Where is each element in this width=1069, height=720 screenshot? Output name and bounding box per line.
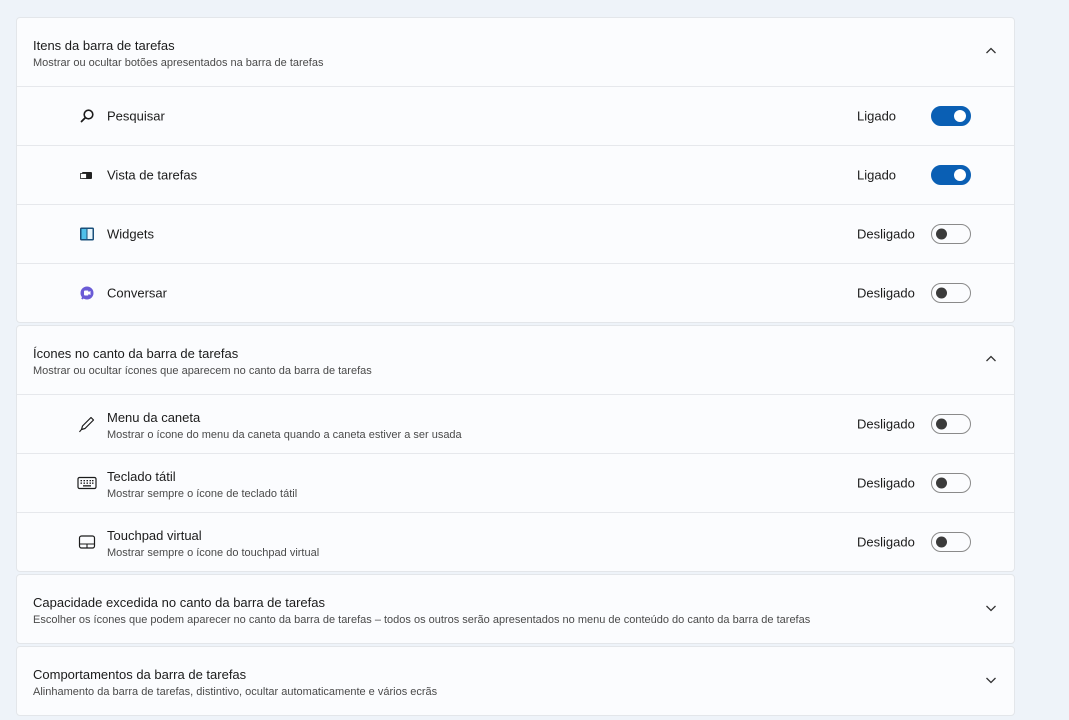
toggle-knob bbox=[936, 536, 947, 548]
setting-row-search: Pesquisar Ligado bbox=[17, 86, 1014, 145]
setting-row-pen-menu: Menu da caneta Mostrar o ícone do menu d… bbox=[17, 394, 1014, 453]
search-icon bbox=[77, 106, 97, 126]
section-subtitle: Mostrar ou ocultar ícones que aparecem n… bbox=[33, 365, 372, 377]
section-header-taskbar-corner-overflow[interactable]: Capacidade excedida no canto da barra de… bbox=[17, 575, 1014, 643]
pen-icon bbox=[77, 414, 97, 434]
chat-icon bbox=[77, 283, 97, 303]
toggle-state-text: Desligado bbox=[857, 226, 915, 242]
toggle-knob bbox=[954, 110, 966, 122]
toggle-knob bbox=[954, 169, 966, 181]
section-title: Ícones no canto da barra de tarefas bbox=[33, 346, 239, 361]
search-toggle[interactable] bbox=[931, 106, 971, 126]
setting-text: Menu da caneta Mostrar o ícone do menu d… bbox=[107, 409, 462, 442]
setting-row-touch-keyboard: Teclado tátil Mostrar sempre o ícone de … bbox=[17, 453, 1014, 512]
setting-row-task-view: Vista de tarefas Ligado bbox=[17, 145, 1014, 204]
toggle-knob bbox=[936, 228, 947, 240]
setting-description: Mostrar sempre o ícone do touchpad virtu… bbox=[107, 547, 320, 559]
setting-text: Touchpad virtual Mostrar sempre o ícone … bbox=[107, 527, 319, 560]
toggle-state-text: Ligado bbox=[857, 108, 897, 124]
section-title: Capacidade excedida no canto da barra de… bbox=[33, 595, 325, 610]
chat-toggle[interactable] bbox=[931, 283, 971, 303]
setting-label: Teclado tátil bbox=[107, 469, 176, 484]
touchpad-icon bbox=[77, 532, 97, 552]
widgets-toggle[interactable] bbox=[931, 224, 971, 244]
section-taskbar-items: Itens da barra de tarefas Mostrar ou ocu… bbox=[16, 17, 1015, 323]
section-taskbar-behaviors: Comportamentos da barra de tarefas Alinh… bbox=[16, 646, 1015, 716]
section-title: Comportamentos da barra de tarefas bbox=[33, 667, 247, 682]
widgets-icon bbox=[77, 224, 97, 244]
setting-label: Touchpad virtual bbox=[107, 528, 202, 543]
keyboard-icon bbox=[77, 473, 97, 493]
section-header-taskbar-corner-icons[interactable]: Ícones no canto da barra de tarefas Most… bbox=[17, 326, 1014, 394]
toggle-state-text: Desligado bbox=[857, 416, 915, 432]
chevron-down-icon[interactable] bbox=[984, 601, 998, 615]
chevron-up-icon[interactable] bbox=[984, 44, 998, 58]
section-subtitle: Alinhamento da barra de tarefas, distint… bbox=[33, 686, 438, 698]
section-taskbar-corner-overflow: Capacidade excedida no canto da barra de… bbox=[16, 574, 1015, 644]
setting-row-chat: Conversar Desligado bbox=[17, 263, 1014, 322]
setting-label: Conversar bbox=[107, 285, 167, 301]
setting-description: Mostrar sempre o ícone de teclado tátil bbox=[107, 488, 298, 500]
setting-label: Widgets bbox=[107, 226, 154, 242]
task-view-toggle[interactable] bbox=[931, 165, 971, 185]
toggle-state-text: Desligado bbox=[857, 475, 915, 491]
setting-text: Teclado tátil Mostrar sempre o ícone de … bbox=[107, 468, 297, 501]
pen-menu-toggle[interactable] bbox=[931, 414, 971, 434]
setting-label: Menu da caneta bbox=[107, 410, 201, 425]
toggle-state-text: Ligado bbox=[857, 167, 897, 183]
setting-description: Mostrar o ícone do menu da caneta quando… bbox=[107, 429, 462, 441]
setting-row-virtual-touchpad: Touchpad virtual Mostrar sempre o ícone … bbox=[17, 512, 1014, 571]
task-view-icon bbox=[77, 165, 97, 185]
touch-keyboard-toggle[interactable] bbox=[931, 473, 971, 493]
toggle-knob bbox=[936, 418, 947, 430]
toggle-state-text: Desligado bbox=[857, 285, 915, 301]
section-taskbar-corner-icons: Ícones no canto da barra de tarefas Most… bbox=[16, 325, 1015, 572]
virtual-touchpad-toggle[interactable] bbox=[931, 532, 971, 552]
chevron-down-icon[interactable] bbox=[984, 673, 998, 687]
setting-row-widgets: Widgets Desligado bbox=[17, 204, 1014, 263]
section-title: Itens da barra de tarefas bbox=[33, 38, 175, 53]
section-header-taskbar-items[interactable]: Itens da barra de tarefas Mostrar ou ocu… bbox=[17, 18, 1014, 86]
toggle-knob bbox=[936, 477, 947, 489]
setting-label: Vista de tarefas bbox=[107, 167, 198, 183]
toggle-state-text: Desligado bbox=[857, 534, 915, 550]
chevron-up-icon[interactable] bbox=[984, 352, 998, 366]
setting-label: Pesquisar bbox=[107, 108, 165, 124]
toggle-knob bbox=[936, 287, 947, 299]
section-subtitle: Mostrar ou ocultar botões apresentados n… bbox=[33, 57, 324, 69]
section-subtitle: Escolher os ícones que podem aparecer no… bbox=[33, 614, 811, 626]
section-header-taskbar-behaviors[interactable]: Comportamentos da barra de tarefas Alinh… bbox=[17, 647, 1014, 715]
